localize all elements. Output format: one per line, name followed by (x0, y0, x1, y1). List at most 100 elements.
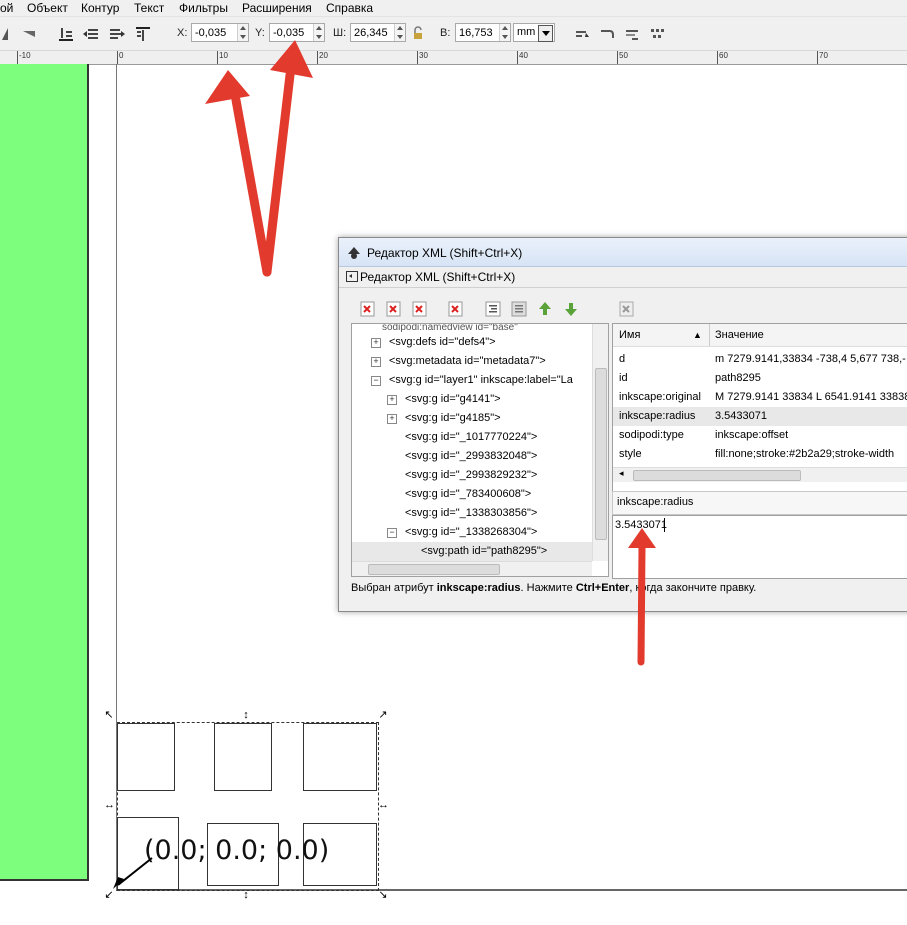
tree-vertical-scrollbar[interactable] (592, 324, 608, 561)
new-text-node-icon[interactable] (384, 299, 404, 319)
lower-node-icon[interactable] (561, 299, 581, 319)
expand-icon[interactable]: + (371, 338, 381, 348)
new-element-node-icon[interactable] (358, 299, 378, 319)
resize-handle-top-right[interactable]: ↗ (378, 710, 388, 721)
column-header-name[interactable]: Имя (619, 324, 640, 346)
tree-node-label: <svg:g id="_1338268304"> (405, 526, 538, 538)
attributes-table[interactable]: Имя ▲ Значение d m 7279.9141,33834 -738,… (612, 323, 907, 495)
menu-item-filters[interactable]: Фильтры (179, 0, 228, 16)
scrollbar-thumb[interactable] (633, 470, 801, 481)
selector-toolbar: X: Y: Ш: В: mm (0, 17, 907, 51)
resize-handle-top[interactable]: ↕ (241, 710, 251, 721)
attribute-name-field[interactable]: inkscape:radius (612, 491, 907, 515)
tree-node-label: <svg:g id="_2993832048"> (405, 450, 538, 462)
tree-node-g[interactable]: <svg:g id="_2993829232"> (352, 466, 608, 485)
xml-editor-titlebar[interactable]: Редактор XML (Shift+Ctrl+X) (339, 238, 907, 267)
transform-scale-icon[interactable] (573, 25, 591, 43)
transform-radius-icon[interactable] (598, 25, 616, 43)
menu-item-extensions[interactable]: Расширения (242, 0, 312, 16)
unit-select[interactable]: mm (513, 23, 555, 42)
attr-row-sodipodi-type[interactable]: sodipodi:type inkscape:offset (613, 426, 907, 445)
y-field[interactable] (269, 23, 325, 42)
menu-item-object[interactable]: Объект (27, 0, 68, 16)
tree-node-label: <svg:g id="g4141"> (405, 393, 501, 405)
tree-node-layer1[interactable]: − <svg:g id="layer1" inkscape:label="La (352, 371, 608, 390)
tree-node-label: <svg:metadata id="metadata7"> (389, 355, 546, 367)
tree-node-g[interactable]: <svg:g id="_783400608"> (352, 485, 608, 504)
flip-icon[interactable] (0, 25, 18, 43)
raise-icon[interactable] (108, 25, 126, 43)
scroll-left-icon[interactable]: ◂ (619, 468, 624, 479)
tree-horizontal-scrollbar[interactable] (352, 561, 592, 576)
resize-handle-right[interactable]: ↔ (378, 800, 389, 811)
indent-node-icon[interactable] (509, 299, 529, 319)
flip-vertical-icon[interactable] (20, 25, 38, 43)
scrollbar-thumb[interactable] (368, 564, 500, 575)
tree-node-path8295-selected[interactable]: <svg:path id="path8295"> (352, 542, 592, 561)
y-spin-arrows[interactable] (313, 24, 324, 41)
x-spin-arrows[interactable] (237, 24, 248, 41)
scrollbar-thumb[interactable] (595, 368, 607, 540)
lower-icon[interactable] (82, 25, 100, 43)
attr-row-style[interactable]: style fill:none;stroke:#2b2a29;stroke-wi… (613, 445, 907, 464)
tree-node-label: <svg:g id="_1017770224"> (405, 431, 538, 443)
tree-node-g[interactable]: <svg:g id="_1338303856"> (352, 504, 608, 523)
sort-asc-icon[interactable]: ▲ (693, 324, 702, 346)
menu-item-text[interactable]: Текст (134, 0, 164, 16)
xml-editor-status: Выбран атрибут inkscape:radius. Нажмите … (351, 578, 907, 598)
delete-attribute-icon[interactable] (617, 299, 637, 319)
attr-row-inkscape-original[interactable]: inkscape:original M 7279.9141 33834 L 65… (613, 388, 907, 407)
delete-node-icon[interactable] (446, 299, 466, 319)
attribute-value-field[interactable]: 3.5433071 (612, 515, 907, 579)
unindent-node-icon[interactable] (483, 299, 503, 319)
attr-value: M 7279.9141 33834 L 6541.9141 33838 (715, 391, 907, 403)
attr-name: sodipodi:type (619, 429, 684, 441)
resize-handle-top-left[interactable]: ↖ (104, 710, 114, 721)
align-bottom-icon[interactable] (57, 25, 75, 43)
expand-icon[interactable]: + (387, 395, 397, 405)
expand-icon[interactable]: + (387, 414, 397, 424)
resize-handle-bottom-left[interactable]: ↙ (104, 890, 114, 901)
x-field[interactable] (191, 23, 249, 42)
width-label: Ш: (333, 27, 347, 39)
attributes-horizontal-scrollbar[interactable]: ◂ (613, 467, 907, 482)
attr-row-d[interactable]: d m 7279.9141,33834 -738,4 5,677 738,- (613, 350, 907, 369)
tree-node-metadata[interactable]: + <svg:metadata id="metadata7"> (352, 352, 608, 371)
transform-gradient-icon[interactable] (623, 25, 641, 43)
expand-icon[interactable]: + (371, 357, 381, 367)
inkscape-icon (348, 247, 360, 259)
tree-node-g4141[interactable]: + <svg:g id="g4141"> (352, 390, 608, 409)
resize-handle-bottom-right[interactable]: ↘ (378, 890, 388, 901)
align-top-icon[interactable] (134, 25, 152, 43)
tree-node-g[interactable]: <svg:g id="_2993832048"> (352, 447, 608, 466)
width-field[interactable] (350, 23, 406, 42)
status-suffix: , когда закончите правку. (629, 582, 757, 594)
collapse-icon[interactable]: − (387, 528, 397, 538)
green-rectangle[interactable] (0, 64, 89, 881)
node-tree[interactable]: sodipodi:namedview id="base" + <svg:defs… (351, 323, 609, 577)
ruler-label: 50 (619, 51, 628, 60)
raise-node-icon[interactable] (535, 299, 555, 319)
column-header-value[interactable]: Значение (715, 324, 764, 346)
menu-item-layer[interactable]: ой (0, 0, 13, 16)
collapse-icon[interactable]: − (371, 376, 381, 386)
tree-node-g4185[interactable]: + <svg:g id="g4185"> (352, 409, 608, 428)
transform-pattern-icon[interactable] (648, 25, 666, 43)
height-field[interactable] (455, 23, 511, 42)
resize-handle-left[interactable]: ↔ (104, 800, 115, 811)
attr-row-inkscape-radius-selected[interactable]: inkscape:radius 3.5433071 (613, 407, 907, 426)
attr-row-id[interactable]: id path8295 (613, 369, 907, 388)
height-spin-arrows[interactable] (499, 24, 510, 41)
attr-value: path8295 (715, 372, 761, 384)
menu-item-help[interactable]: Справка (326, 0, 373, 16)
menu-item-path[interactable]: Контур (81, 0, 119, 16)
attr-value: fill:none;stroke:#2b2a29;stroke-width (715, 448, 895, 460)
tree-node-g-expanded[interactable]: − <svg:g id="_1338268304"> (352, 523, 608, 542)
width-spin-arrows[interactable] (394, 24, 405, 41)
lock-icon[interactable] (411, 26, 425, 42)
tree-node-defs[interactable]: + <svg:defs id="defs4"> (352, 333, 608, 352)
resize-handle-bottom[interactable]: ↕ (241, 890, 251, 901)
chevron-down-icon[interactable] (538, 25, 553, 42)
duplicate-node-icon[interactable] (410, 299, 430, 319)
tree-node-g[interactable]: <svg:g id="_1017770224"> (352, 428, 608, 447)
